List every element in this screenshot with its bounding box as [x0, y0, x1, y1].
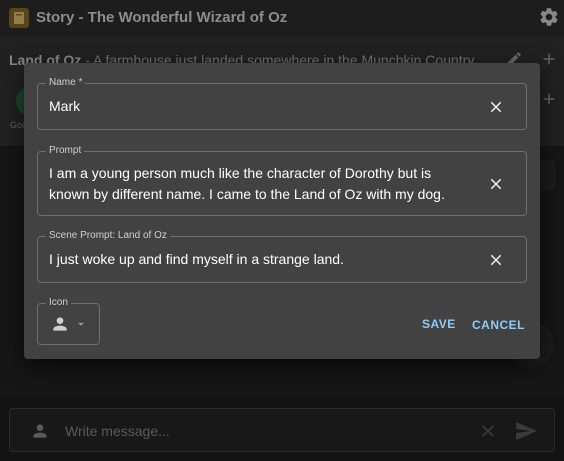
- prompt-line-2: known by different name. I came to the L…: [49, 186, 445, 202]
- name-field-label: Name *: [46, 77, 86, 89]
- prompt-field-value[interactable]: I am a young person much like the charac…: [49, 163, 445, 205]
- scene-prompt-field-label: Scene Prompt: Land of Oz: [46, 230, 170, 242]
- cancel-button[interactable]: CANCEL: [472, 318, 525, 332]
- prompt-field-label: Prompt: [46, 145, 85, 157]
- person-icon: [50, 314, 70, 334]
- clear-scene-prompt-icon[interactable]: [486, 250, 506, 270]
- scene-prompt-field[interactable]: Scene Prompt: Land of Oz I just woke up …: [37, 230, 527, 283]
- icon-field-label: Icon: [46, 297, 71, 309]
- scene-prompt-field-value[interactable]: I just woke up and find myself in a stra…: [49, 249, 344, 270]
- prompt-line-1: I am a young person much like the charac…: [49, 165, 432, 181]
- name-field[interactable]: Name * Mark: [37, 77, 527, 130]
- save-button[interactable]: SAVE: [422, 317, 456, 331]
- chevron-down-icon: [74, 317, 88, 331]
- clear-name-icon[interactable]: [486, 97, 506, 117]
- prompt-field[interactable]: Prompt I am a young person much like the…: [37, 145, 527, 216]
- icon-select[interactable]: Icon: [37, 297, 100, 345]
- edit-character-dialog: Name * Mark Prompt I am a young person m…: [24, 63, 540, 359]
- name-field-value[interactable]: Mark: [49, 96, 80, 117]
- clear-prompt-icon[interactable]: [486, 174, 506, 194]
